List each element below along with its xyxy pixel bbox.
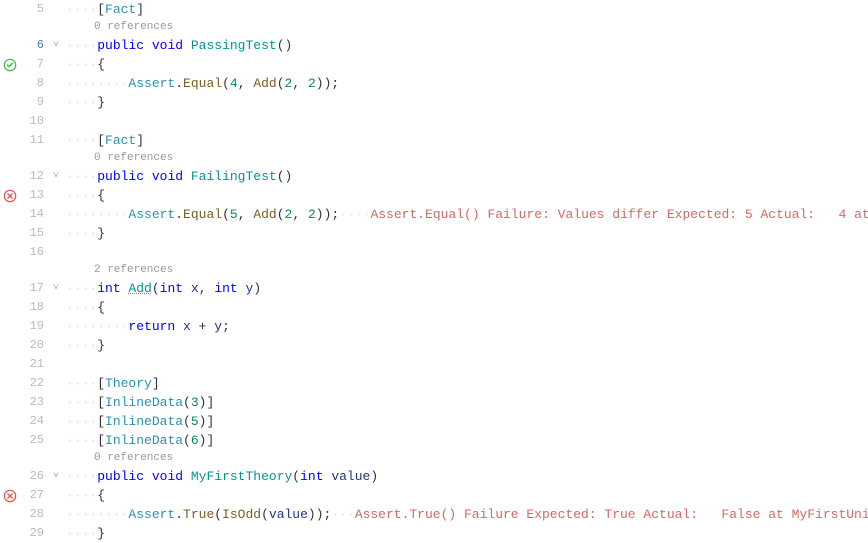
line-number: 23 [20, 393, 46, 412]
code-content: ····[InlineData(5)] [66, 412, 868, 431]
code-line[interactable]: 6 ˅ ····public void PassingTest() [0, 36, 868, 55]
code-content: ····} [66, 524, 868, 543]
code-line[interactable]: 16 [0, 243, 868, 262]
code-content: ········Assert.True(IsOdd(value));···Ass… [66, 505, 868, 524]
code-line[interactable]: 11 ····[Fact] [0, 131, 868, 150]
code-content: ········return x + y; [66, 317, 868, 336]
code-content: ····} [66, 336, 868, 355]
line-number: 8 [20, 74, 46, 93]
line-number: 20 [20, 336, 46, 355]
code-content: ····[Fact] [66, 131, 868, 150]
code-line[interactable]: 20 ····} [0, 336, 868, 355]
code-line[interactable]: 19 ········return x + y; [0, 317, 868, 336]
code-line[interactable]: 8 ········Assert.Equal(4, Add(2, 2)); [0, 74, 868, 93]
test-pass-icon[interactable] [0, 58, 20, 72]
inline-error: Assert.Equal() Failure: Values differ Ex… [370, 207, 868, 222]
code-content: ········Assert.Equal(4, Add(2, 2)); [66, 74, 868, 93]
code-line[interactable]: 12 ˅ ····public void FailingTest() [0, 167, 868, 186]
line-number: 17 [20, 279, 46, 298]
code-editor[interactable]: 5 ····[Fact] 0 references 6 ˅ ····public… [0, 0, 868, 543]
codelens[interactable]: 2 references [0, 262, 868, 279]
code-line[interactable]: 25 ····[InlineData(6)] [0, 431, 868, 450]
code-line[interactable]: 28 ········Assert.True(IsOdd(value));···… [0, 505, 868, 524]
code-content: ····[Fact] [66, 0, 868, 19]
line-number: 15 [20, 224, 46, 243]
line-number: 5 [20, 0, 46, 19]
code-content: ····{ [66, 486, 868, 505]
code-content: ····[Theory] [66, 374, 868, 393]
line-number: 6 [20, 36, 46, 55]
line-number: 12 [20, 167, 46, 186]
code-content: ········Assert.Equal(5, Add(2, 2));····A… [66, 205, 868, 224]
line-number: 9 [20, 93, 46, 112]
line-number: 28 [20, 505, 46, 524]
code-line[interactable]: 17 ˅ ····int Add(int x, int y) [0, 279, 868, 298]
code-line[interactable]: 14 ········Assert.Equal(5, Add(2, 2));··… [0, 205, 868, 224]
line-number: 10 [20, 112, 46, 131]
code-content: ····int Add(int x, int y) [66, 279, 868, 298]
code-content: ····[InlineData(3)] [66, 393, 868, 412]
test-fail-icon[interactable] [0, 489, 20, 503]
line-number: 16 [20, 243, 46, 262]
code-line[interactable]: 22 ····[Theory] [0, 374, 868, 393]
code-line[interactable]: 29 ····} [0, 524, 868, 543]
code-line[interactable]: 18 ····{ [0, 298, 868, 317]
code-line[interactable]: 5 ····[Fact] [0, 0, 868, 19]
line-number: 22 [20, 374, 46, 393]
test-fail-icon[interactable] [0, 189, 20, 203]
code-line[interactable]: 7 ····{ [0, 55, 868, 74]
code-content: ····{ [66, 55, 868, 74]
line-number: 27 [20, 486, 46, 505]
code-line[interactable]: 10 [0, 112, 868, 131]
code-content: ····public void PassingTest() [66, 36, 868, 55]
code-line[interactable]: 26 ˅ ····public void MyFirstTheory(int v… [0, 467, 868, 486]
code-content: ····public void MyFirstTheory(int value) [66, 467, 868, 486]
code-line[interactable]: 13 ····{ [0, 186, 868, 205]
code-line[interactable]: 27 ····{ [0, 486, 868, 505]
line-number: 26 [20, 467, 46, 486]
codelens[interactable]: 0 references [0, 450, 868, 467]
line-number: 7 [20, 55, 46, 74]
line-number: 14 [20, 205, 46, 224]
line-number: 29 [20, 524, 46, 543]
code-line[interactable]: 9 ····} [0, 93, 868, 112]
fold-chevron-icon[interactable]: ˅ [46, 467, 66, 486]
line-number: 24 [20, 412, 46, 431]
line-number: 21 [20, 355, 46, 374]
code-line[interactable]: 24 ····[InlineData(5)] [0, 412, 868, 431]
code-content: ····public void FailingTest() [66, 167, 868, 186]
codelens[interactable]: 0 references [0, 19, 868, 36]
line-number: 18 [20, 298, 46, 317]
line-number: 11 [20, 131, 46, 150]
codelens[interactable]: 0 references [0, 150, 868, 167]
code-content: ····} [66, 93, 868, 112]
code-content: ····[InlineData(6)] [66, 431, 868, 450]
code-content: ····{ [66, 186, 868, 205]
code-line[interactable]: 21 [0, 355, 868, 374]
line-number: 13 [20, 186, 46, 205]
inline-error: Assert.True() Failure Expected: True Act… [355, 507, 868, 522]
fold-chevron-icon[interactable]: ˅ [46, 167, 66, 186]
code-line[interactable]: 23 ····[InlineData(3)] [0, 393, 868, 412]
line-number: 19 [20, 317, 46, 336]
fold-chevron-icon[interactable]: ˅ [46, 279, 66, 298]
code-line[interactable]: 15 ····} [0, 224, 868, 243]
code-content: ····{ [66, 298, 868, 317]
code-content: ····} [66, 224, 868, 243]
fold-chevron-icon[interactable]: ˅ [46, 36, 66, 55]
line-number: 25 [20, 431, 46, 450]
